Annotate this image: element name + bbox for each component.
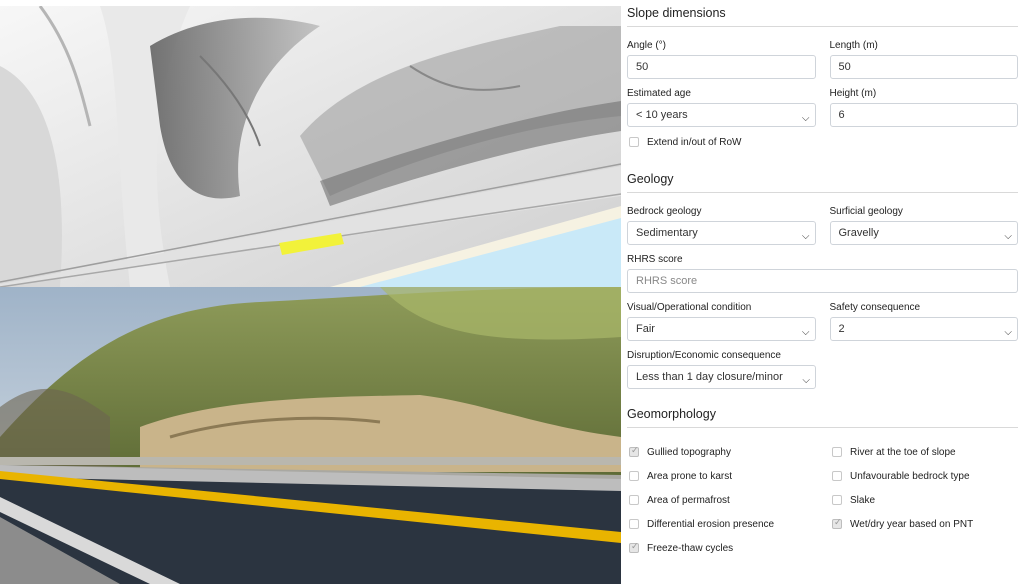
safety-consequence-label: Safety consequence <box>829 302 921 313</box>
angle-input[interactable]: 50 <box>627 55 816 79</box>
checkbox-label: Unfavourable bedrock type <box>850 470 970 482</box>
checkbox-icon <box>832 471 842 481</box>
wet-dry-year-checkbox[interactable]: Wet/dry year based on PNT <box>830 512 1019 536</box>
checkbox-label: Slake <box>850 494 876 506</box>
checkbox-label: Differential erosion presence <box>647 518 775 530</box>
checkbox-icon <box>832 495 842 505</box>
checkbox-icon <box>832 447 842 457</box>
surficial-geology-value: Gravelly <box>838 227 879 239</box>
unfavourable-bedrock-checkbox[interactable]: Unfavourable bedrock type <box>830 464 1019 488</box>
surficial-geology-select[interactable]: Gravelly ⌵ <box>829 221 1018 245</box>
bedrock-geology-label: Bedrock geology <box>627 206 702 217</box>
chevron-down-icon: ⌵ <box>801 113 810 124</box>
disruption-consequence-label: Disruption/Economic consequence <box>627 350 781 361</box>
disruption-consequence-select[interactable]: Less than 1 day closure/minor ⌵ <box>627 365 816 389</box>
bedrock-geology-value: Sedimentary <box>636 227 698 239</box>
chevron-down-icon: ⌵ <box>801 327 810 338</box>
differential-erosion-checkbox[interactable]: Differential erosion presence <box>627 512 830 536</box>
visual-condition-label: Visual/Operational condition <box>627 302 752 313</box>
karst-checkbox[interactable]: Area prone to karst <box>627 464 830 488</box>
slope-form: Slope dimensions Angle (°) 50 Length (m)… <box>621 0 1024 584</box>
checkbox-label: Freeze-thaw cycles <box>647 542 734 554</box>
checkbox-icon <box>629 471 639 481</box>
surficial-geology-label: Surficial geology <box>829 206 903 217</box>
extend-row-label: Extend in/out of RoW <box>647 136 742 148</box>
visual-condition-value: Fair <box>636 323 655 335</box>
bedrock-geology-select[interactable]: Sedimentary ⌵ <box>627 221 816 245</box>
visual-condition-select[interactable]: Fair ⌵ <box>627 317 816 341</box>
hillshade-map <box>0 6 621 287</box>
height-input[interactable]: 6 <box>829 103 1018 127</box>
safety-consequence-select[interactable]: 2 ⌵ <box>829 317 1018 341</box>
chevron-down-icon: ⌵ <box>1004 231 1012 242</box>
gullied-topography-checkbox[interactable]: Gullied topography <box>627 440 830 464</box>
checkbox-label: Area of permafrost <box>647 494 730 506</box>
freeze-thaw-checkbox[interactable]: Freeze-thaw cycles <box>627 536 830 560</box>
estimated-age-label: Estimated age <box>627 88 691 99</box>
slake-checkbox[interactable]: Slake <box>830 488 1019 512</box>
length-input[interactable]: 50 <box>829 55 1018 79</box>
chevron-down-icon: ⌵ <box>801 231 810 242</box>
section-geology: Geology <box>627 172 1018 193</box>
checkbox-label: Gullied topography <box>647 446 731 458</box>
permafrost-checkbox[interactable]: Area of permafrost <box>627 488 830 512</box>
angle-label: Angle (°) <box>627 40 667 51</box>
river-toe-checkbox[interactable]: River at the toe of slope <box>830 440 1019 464</box>
estimated-age-select[interactable]: < 10 years ⌵ <box>627 103 816 127</box>
section-geomorphology: Geomorphology <box>627 407 1018 428</box>
rhrs-score-label: RHRS score <box>627 254 683 265</box>
checkbox-label: Wet/dry year based on PNT <box>850 518 974 530</box>
checkbox-icon <box>629 137 639 147</box>
imagery-panel <box>0 0 621 584</box>
checkbox-icon <box>629 495 639 505</box>
site-photo <box>0 287 621 584</box>
checkbox-icon <box>629 519 639 529</box>
estimated-age-value: < 10 years <box>636 109 688 121</box>
chevron-down-icon: ⌵ <box>802 375 810 386</box>
safety-consequence-value: 2 <box>838 323 845 335</box>
geomorphology-checkboxes: Gullied topography River at the toe of s… <box>627 440 1018 560</box>
checkbox-icon <box>832 517 842 529</box>
extend-row-checkbox[interactable]: Extend in/out of RoW <box>627 130 1018 154</box>
checkbox-icon <box>629 445 639 457</box>
rhrs-score-input[interactable]: RHRS score <box>627 269 1018 293</box>
length-label: Length (m) <box>829 40 878 51</box>
checkbox-icon <box>629 541 639 553</box>
checkbox-label: Area prone to karst <box>647 470 733 482</box>
height-label: Height (m) <box>829 88 877 99</box>
section-slope-dimensions: Slope dimensions <box>627 6 1018 27</box>
checkbox-label: River at the toe of slope <box>850 446 956 458</box>
disruption-consequence-value: Less than 1 day closure/minor <box>636 371 783 383</box>
chevron-down-icon: ⌵ <box>1004 327 1012 338</box>
